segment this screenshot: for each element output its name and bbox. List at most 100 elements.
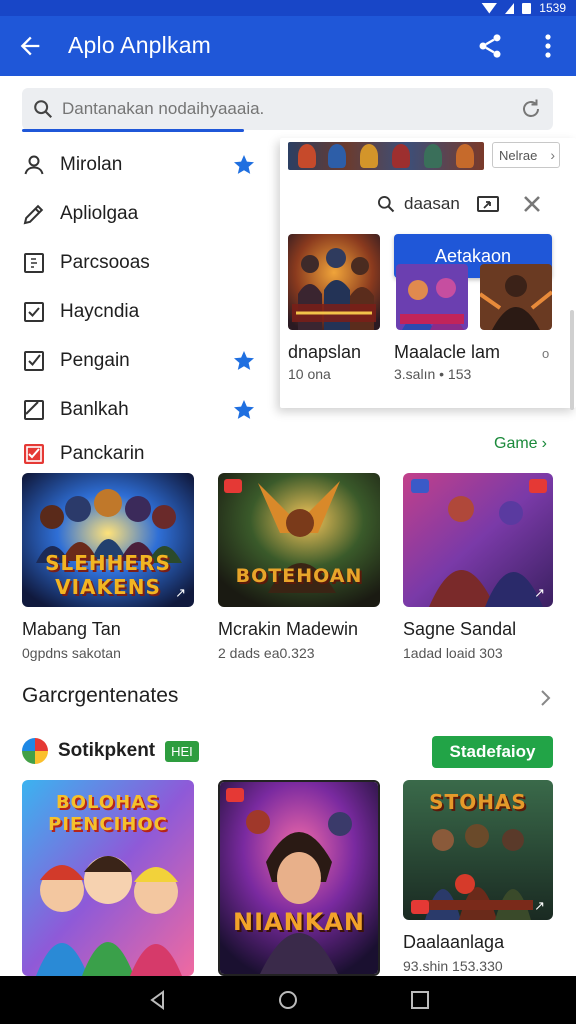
game-art-title: BOTEHOAN [235, 565, 363, 587]
nav-back-icon[interactable] [146, 988, 170, 1012]
side-menu: Mirolan Apliolgaa Parcsooas Haycndia Pen… [0, 140, 280, 474]
game-subtitle: 93.shin 153.330 [403, 958, 503, 974]
game-subtitle: 1adad loaid 303 [403, 645, 503, 661]
scrollbar[interactable] [570, 310, 574, 410]
cast-icon[interactable] [476, 192, 500, 216]
chevron-right-icon: › [550, 147, 555, 163]
search-progress-indicator [22, 129, 244, 132]
search-icon [34, 100, 53, 119]
close-icon[interactable] [520, 192, 544, 216]
menu-item-apliolgaa[interactable]: Apliolgaa [0, 189, 280, 238]
red-check-icon [24, 444, 44, 464]
game-section-link[interactable]: Game › [494, 435, 547, 453]
game-title: Mcrakin Madewin [218, 619, 359, 639]
more-chip[interactable]: Nelrae › [492, 142, 560, 168]
developer-badge: HEI [165, 740, 199, 762]
game-title: Daalaanlaga [403, 932, 505, 952]
game-title: Mabang Tan [22, 619, 121, 639]
menu-item-mirolan[interactable]: Mirolan [0, 140, 280, 189]
popup-card: Nelrae › daasan Aetakaon dnapslan 10 ona… [280, 138, 576, 408]
star-icon[interactable] [232, 349, 256, 373]
game-subtitle: 2 dads ea0.323 [218, 645, 315, 661]
popup-overflow-mark: o [542, 346, 550, 361]
chevron-right-icon[interactable] [536, 686, 556, 710]
back-arrow-icon[interactable] [16, 32, 44, 60]
checkbox-icon [24, 301, 44, 322]
game-card[interactable]: BOTEHOAN Mcrakin Madewin 2 dads ea0.323 [218, 473, 380, 661]
menu-item-parcsooas[interactable]: Parcsooas [0, 238, 280, 287]
person-icon [24, 155, 44, 174]
menu-item-label: Parcsooas [60, 251, 150, 273]
game-art-title: NIANKAN [233, 908, 365, 936]
game-card-art: ↗ [403, 473, 553, 607]
nav-recents-icon[interactable] [408, 988, 432, 1012]
popup-item-title: Maalacle lam [394, 342, 501, 362]
system-nav-bar [0, 976, 576, 1024]
find-row[interactable]: daasan [376, 192, 460, 216]
game-art-title: SLEHHERS VIAKENS [45, 551, 171, 599]
more-vert-icon[interactable] [538, 32, 558, 60]
search-icon [378, 196, 395, 213]
search-input[interactable] [62, 94, 502, 124]
share-icon[interactable] [476, 32, 504, 60]
popup-thumbnail[interactable] [480, 264, 552, 330]
menu-item-haycndia[interactable]: Haycndia [0, 287, 280, 336]
expand-icon: ↗ [534, 585, 545, 600]
document-icon [24, 252, 44, 273]
game-art-title: STOHAS [429, 790, 527, 814]
expand-icon: ↗ [175, 585, 186, 600]
refresh-icon[interactable] [519, 97, 543, 121]
badge-icon [226, 788, 244, 802]
developer-name: Sotikpkent [58, 740, 156, 761]
popup-thumbnail[interactable] [288, 234, 380, 330]
star-icon[interactable] [232, 398, 256, 422]
find-label: daasan [404, 194, 460, 213]
nav-home-icon[interactable] [276, 988, 300, 1012]
game-card[interactable]: NIANKAN [218, 780, 380, 976]
badge-icon [411, 900, 429, 914]
game-card-art: BOLOHAS PIENCIHOC [22, 780, 194, 976]
menu-item-pengain[interactable]: Pengain [0, 336, 280, 385]
badge-icon [224, 479, 242, 493]
chevron-right-icon: › [541, 435, 547, 452]
game-card[interactable]: BOLOHAS PIENCIHOC [22, 780, 194, 976]
status-time: 1539 [539, 1, 566, 15]
section-title: Garcrgentenates [22, 684, 179, 707]
signal-icon [505, 2, 515, 14]
badge-icon [529, 479, 547, 493]
status-icons: 1539 [481, 0, 566, 16]
popup-item-title: dnapslan [288, 342, 362, 362]
game-card[interactable]: SLEHHERS VIAKENS ↗ Mabang Tan 0gpdns sak… [22, 473, 194, 661]
game-art-title: BOLOHAS PIENCIHOC [48, 792, 168, 835]
game-card[interactable]: ↗ Sagne Sandal 1adad loaid 303 [403, 473, 553, 661]
menu-item-banlkah[interactable]: Banlkah [0, 385, 280, 434]
menu-item-label: Panckarin [60, 443, 145, 464]
popup-item-subtitle: 10 ona [288, 366, 331, 382]
app-bar: Aplo Anplkam [0, 16, 576, 76]
game-card-art: BOTEHOAN [218, 473, 380, 607]
search-bar [22, 88, 553, 132]
game-title: Sagne Sandal [403, 619, 517, 639]
game-card-art: SLEHHERS VIAKENS ↗ [22, 473, 194, 607]
badge-icon [411, 479, 429, 493]
screen: 1539 Aplo Anplkam Dantanakan nodaihyaaai… [0, 0, 576, 1024]
game-card-art: NIANKAN [218, 780, 380, 976]
app-title: Aplo Anplkam [68, 32, 212, 58]
install-button[interactable]: Stadefaioy [432, 736, 553, 768]
wifi-icon [481, 2, 498, 14]
developer-row[interactable]: Sotikpkent HEI [22, 736, 199, 766]
game-card[interactable]: STOHAS ↗ Daalaanlaga 93.shin 153.330 [403, 780, 553, 974]
popup-thumbnail[interactable] [396, 264, 468, 330]
menu-item-label: Mirolan [60, 153, 123, 175]
menu-item-label: Apliolgaa [60, 202, 139, 224]
star-icon[interactable] [232, 153, 256, 177]
pencil-icon [23, 204, 44, 224]
status-bar: 1539 [0, 0, 576, 16]
battery-icon [522, 2, 532, 14]
menu-item-label: Banlkah [60, 398, 129, 420]
menu-item-label: Pengain [60, 349, 130, 371]
slash-box-icon [24, 399, 44, 420]
game-subtitle: 0gpdns sakotan [22, 645, 121, 661]
menu-item-panckarin[interactable]: Panckarin [0, 434, 280, 474]
menu-item-label: Haycndia [60, 300, 140, 322]
